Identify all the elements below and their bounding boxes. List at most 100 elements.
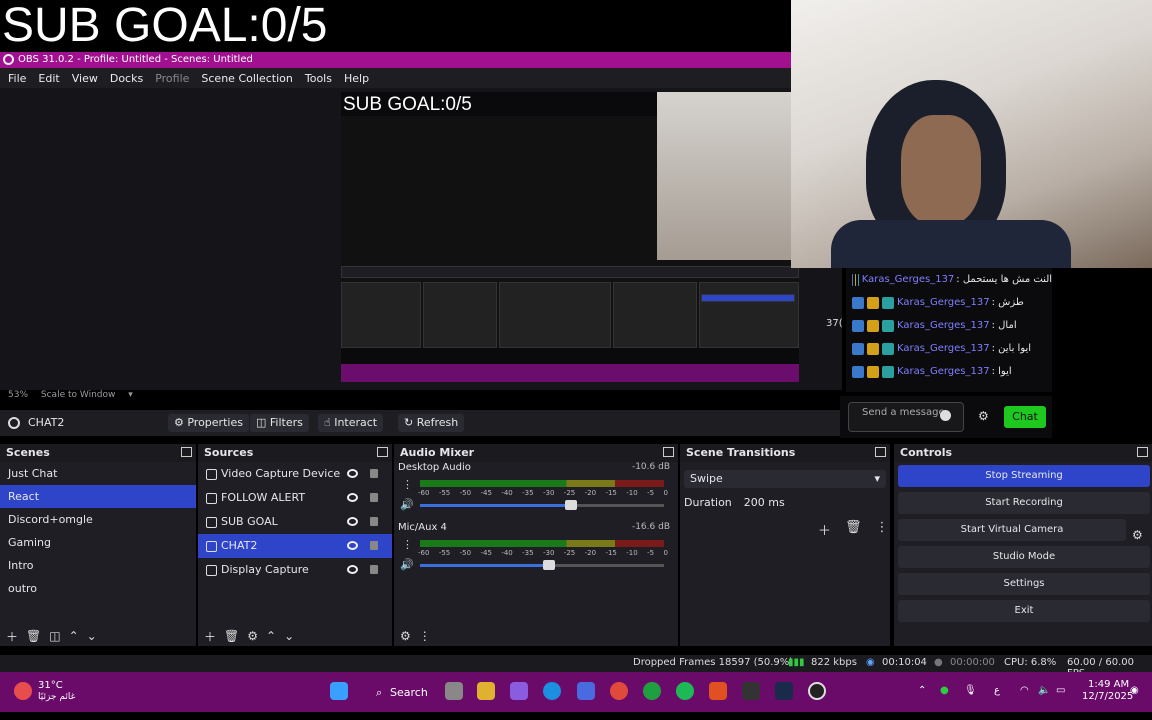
chat-settings-icon[interactable]: ⚙ — [978, 409, 989, 423]
lock-icon[interactable] — [370, 541, 378, 550]
menu-scene-collection[interactable]: Scene Collection — [195, 72, 298, 85]
menu-profile[interactable]: Profile — [149, 72, 195, 85]
undock-icon[interactable] — [663, 447, 674, 457]
menu-docks[interactable]: Docks — [104, 72, 149, 85]
scale-mode-select[interactable]: Scale to Window — [41, 390, 115, 400]
menu-tools[interactable]: Tools — [299, 72, 338, 85]
trash-icon[interactable]: 🗑 — [224, 629, 239, 643]
menu-view[interactable]: View — [66, 72, 104, 85]
scene-item[interactable]: Discord+omgle — [0, 508, 196, 531]
obs-taskbar-icon[interactable] — [808, 682, 826, 700]
notification-icon[interactable]: ◉ — [1130, 685, 1139, 696]
add-icon[interactable]: ＋ — [6, 628, 18, 645]
scene-item-selected[interactable]: React — [0, 485, 196, 508]
stop-streaming-button[interactable]: Stop Streaming — [898, 465, 1150, 487]
lock-icon[interactable] — [370, 493, 378, 502]
lock-icon[interactable] — [370, 565, 378, 574]
chat-send-button[interactable]: Chat — [1004, 406, 1046, 428]
menu-help[interactable]: Help — [338, 72, 375, 85]
source-item[interactable]: Video Capture Device — [198, 462, 392, 486]
kebab-menu-icon[interactable]: ⋮ — [402, 538, 413, 551]
clock-time[interactable]: 1:49 AM — [1088, 679, 1129, 690]
clock-date[interactable]: 12/7/2025 — [1082, 691, 1133, 702]
source-item[interactable]: FOLLOW ALERT — [198, 486, 392, 510]
edge-icon[interactable] — [543, 682, 561, 700]
up-icon[interactable]: ⌃ — [266, 629, 276, 643]
chevron-up-icon[interactable]: ⌃ — [918, 685, 926, 696]
undock-icon[interactable] — [181, 447, 192, 457]
scene-item[interactable]: Just Chat — [0, 462, 196, 485]
xbox-icon[interactable] — [643, 682, 661, 700]
gear-icon[interactable]: ⚙ — [247, 629, 258, 643]
file-explorer-icon[interactable] — [477, 682, 495, 700]
volume-icon[interactable]: 🔈 — [1038, 685, 1050, 696]
epic-games-icon[interactable] — [742, 682, 760, 700]
store-icon[interactable] — [577, 682, 595, 700]
lock-icon[interactable] — [370, 469, 378, 478]
task-view-icon[interactable] — [445, 682, 463, 700]
scene-item[interactable]: outro — [0, 577, 196, 600]
eye-icon[interactable] — [347, 517, 358, 526]
scene-item[interactable]: Gaming — [0, 531, 196, 554]
menu-edit[interactable]: Edit — [32, 72, 65, 85]
lock-icon[interactable] — [370, 517, 378, 526]
add-icon[interactable]: ＋ — [818, 520, 831, 539]
kebab-menu-icon[interactable]: ⋮ — [419, 629, 431, 643]
search-icon[interactable]: ⌕ — [376, 686, 382, 700]
spotify-icon[interactable] — [676, 682, 694, 700]
trash-icon[interactable]: 🗑 — [26, 629, 41, 643]
virtual-camera-gear-icon[interactable]: ⚙ — [1132, 528, 1143, 542]
emoji-icon[interactable] — [940, 410, 951, 421]
kebab-menu-icon[interactable]: ⋮ — [402, 478, 413, 491]
microphone-icon[interactable]: 🎙 — [964, 685, 977, 696]
volume-slider[interactable] — [420, 560, 664, 570]
eye-icon[interactable] — [347, 541, 358, 550]
eye-icon[interactable] — [347, 469, 358, 478]
source-item-selected[interactable]: CHAT2 — [198, 534, 392, 558]
down-icon[interactable]: ⌄ — [87, 629, 97, 643]
undock-icon[interactable] — [875, 447, 886, 457]
filters-button[interactable]: ◫ Filters — [250, 414, 309, 432]
up-icon[interactable]: ⌃ — [69, 629, 79, 643]
duration-input[interactable]: 200 ms — [744, 496, 785, 509]
taskbar-search[interactable]: Search — [390, 686, 428, 699]
down-icon[interactable]: ⌄ — [284, 629, 294, 643]
properties-button[interactable]: ⚙ Properties — [168, 414, 249, 432]
tray-app-icon[interactable]: ● — [940, 685, 949, 696]
speaker-icon[interactable]: 🔊 — [400, 558, 414, 571]
filter-icon[interactable]: ◫ — [49, 629, 60, 643]
kebab-menu-icon[interactable]: ⋮ — [876, 520, 889, 539]
add-icon[interactable]: ＋ — [204, 628, 216, 645]
settings-button[interactable]: Settings — [898, 573, 1150, 595]
menu-bar: File Edit View Docks Profile Scene Colle… — [0, 68, 792, 88]
volume-slider[interactable] — [420, 500, 664, 510]
refresh-button[interactable]: ↻ Refresh — [398, 414, 465, 432]
scene-item[interactable]: Intro — [0, 554, 196, 577]
gear-icon[interactable]: ⚙ — [400, 629, 411, 643]
exit-button[interactable]: Exit — [898, 600, 1150, 622]
undock-icon[interactable] — [1137, 447, 1148, 457]
wifi-icon[interactable]: ◠ — [1020, 685, 1029, 696]
studio-mode-button[interactable]: Studio Mode — [898, 546, 1150, 568]
start-virtual-camera-button[interactable]: Start Virtual Camera — [898, 519, 1126, 541]
language-icon[interactable]: ع — [994, 685, 1000, 696]
chrome-icon[interactable] — [610, 682, 628, 700]
windows-start-icon[interactable] — [330, 682, 348, 700]
origin-icon[interactable] — [709, 682, 727, 700]
trash-icon[interactable]: 🗑 — [845, 520, 862, 539]
chevron-down-icon[interactable]: ▾ — [128, 390, 133, 400]
eye-icon[interactable] — [347, 565, 358, 574]
copilot-icon[interactable] — [510, 682, 528, 700]
source-item[interactable]: Display Capture — [198, 558, 392, 582]
battery-icon[interactable]: ▭ — [1056, 685, 1065, 696]
source-item[interactable]: SUB GOAL — [198, 510, 392, 534]
steam-icon[interactable] — [775, 682, 793, 700]
menu-file[interactable]: File — [2, 72, 32, 85]
transition-select[interactable]: Swipe ▾ — [684, 470, 886, 488]
interact-button[interactable]: ☝ Interact — [318, 414, 384, 432]
weather-icon[interactable] — [14, 682, 32, 700]
start-recording-button[interactable]: Start Recording — [898, 492, 1150, 514]
speaker-icon[interactable]: 🔊 — [400, 498, 414, 511]
eye-icon[interactable] — [347, 493, 358, 502]
undock-icon[interactable] — [377, 447, 388, 457]
